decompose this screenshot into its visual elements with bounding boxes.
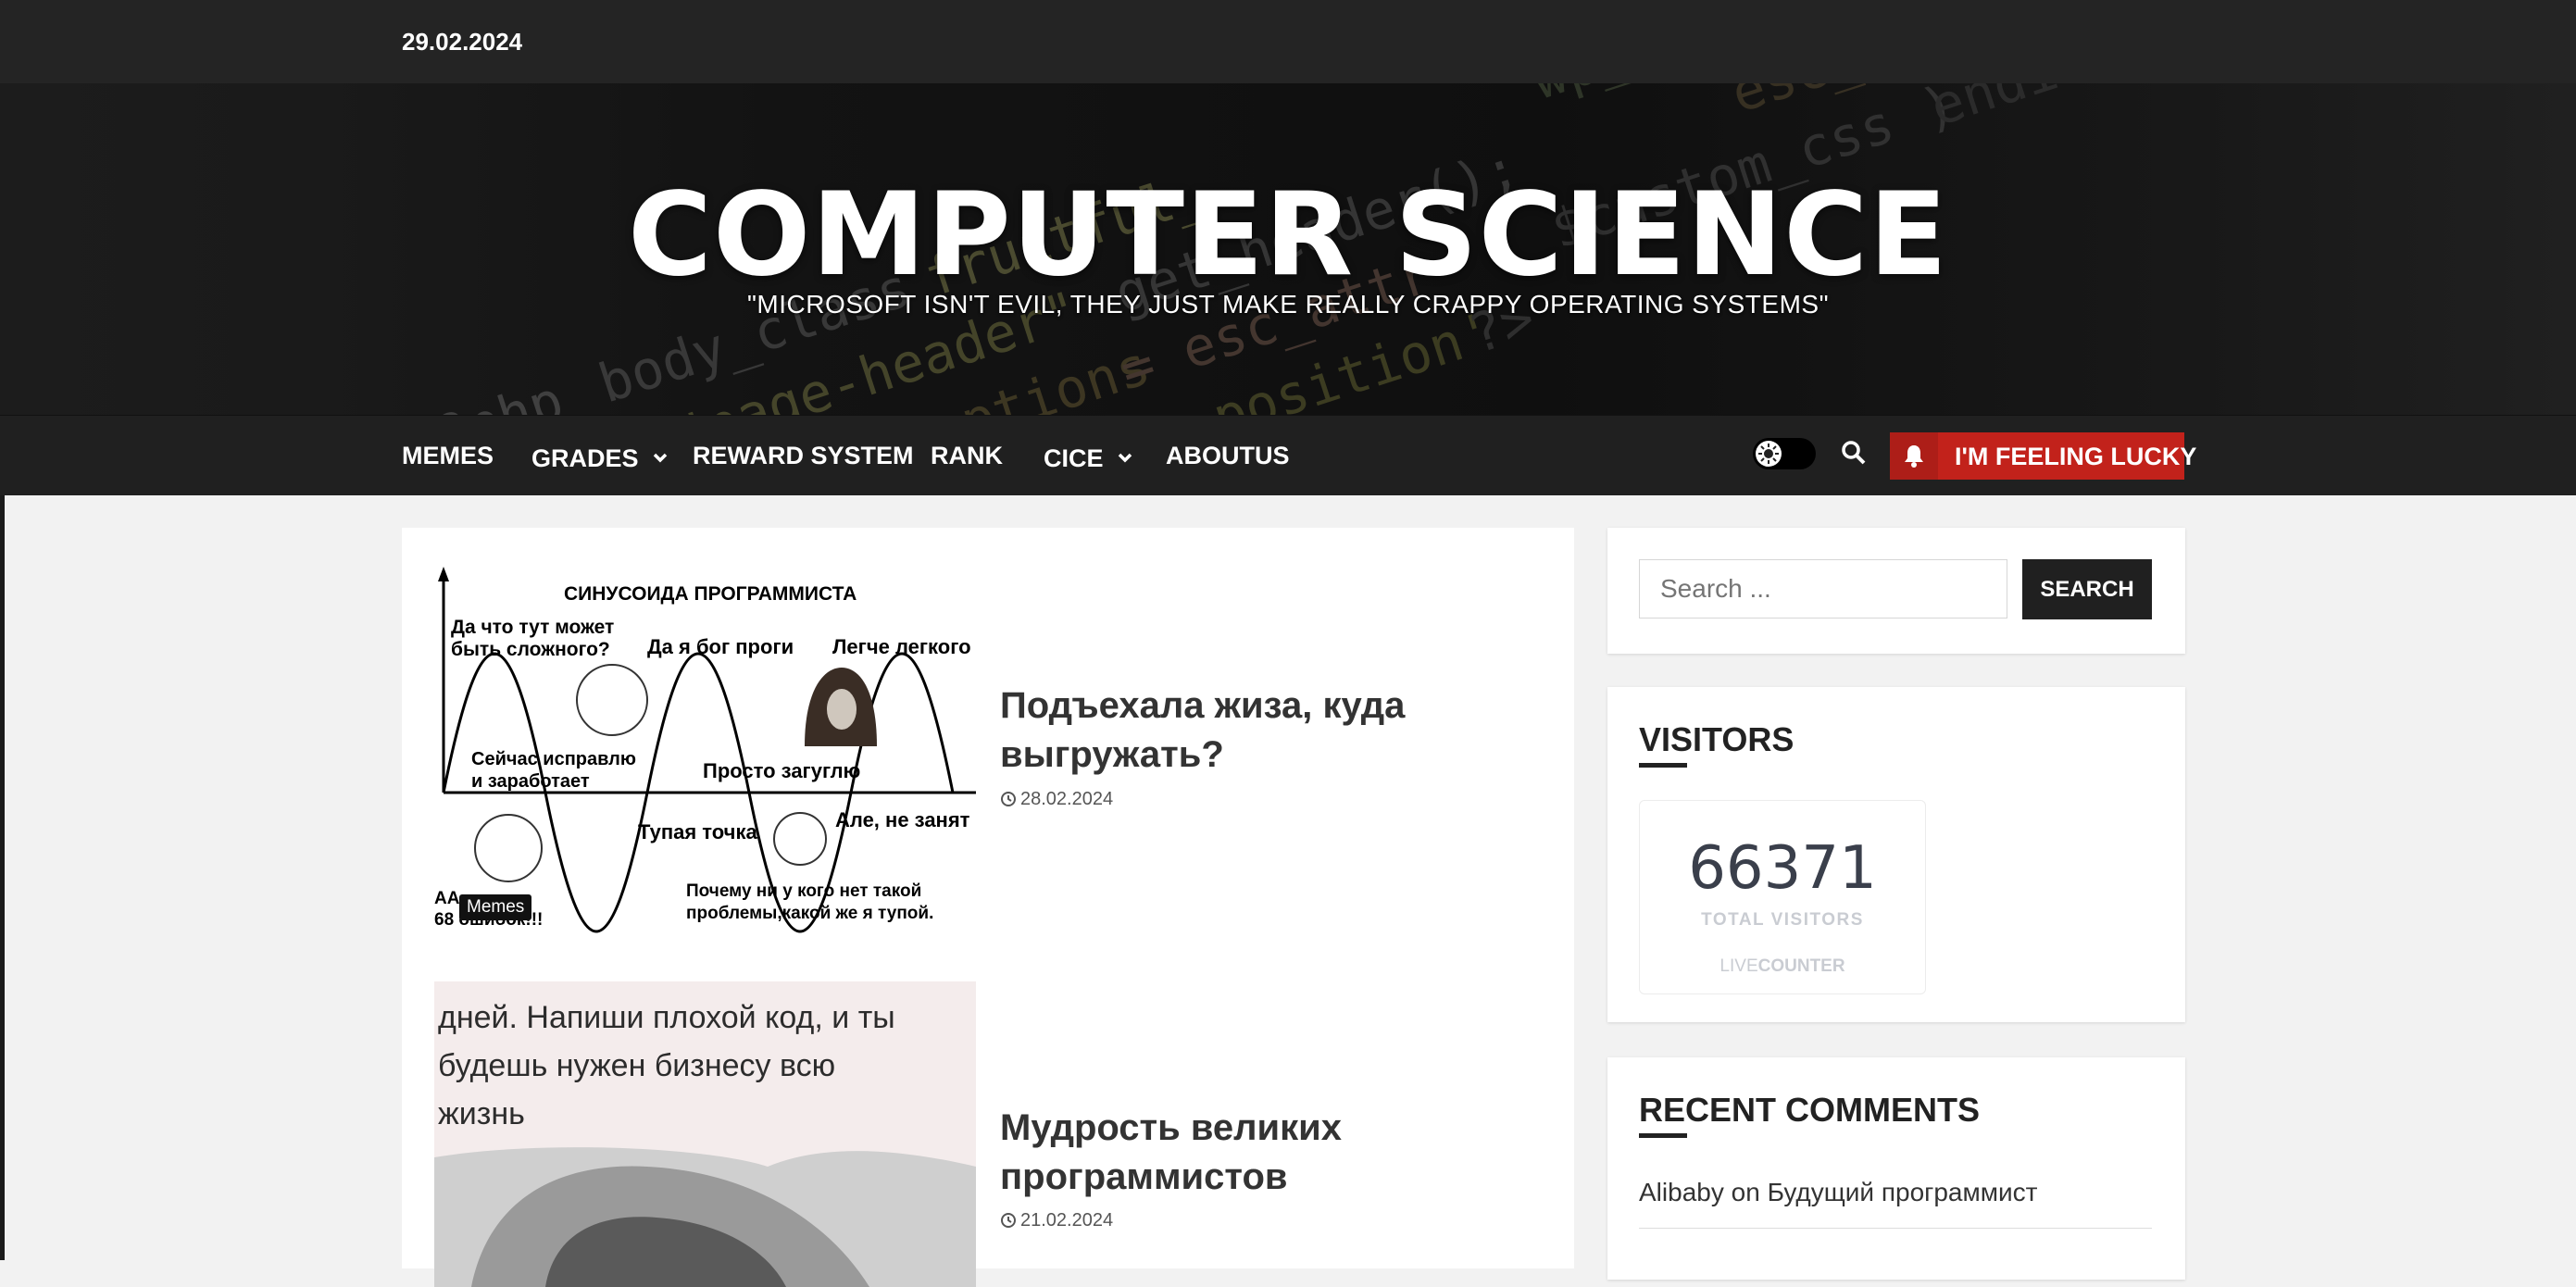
meme-caption: и заработает xyxy=(471,771,590,792)
title-underline xyxy=(1639,1133,1687,1138)
visitor-count: 66371 xyxy=(1688,834,1877,903)
feeling-lucky-label: I'M FEELING LUCKY xyxy=(1955,443,2197,470)
nav-item-aboutus[interactable]: ABOUTUS xyxy=(1166,442,1290,470)
title-underline xyxy=(1639,763,1687,768)
meme-caption: Але, не занят xyxy=(835,808,970,831)
nav-item-label: MEMES xyxy=(402,442,494,469)
nav-item-label: RANK xyxy=(931,442,1003,469)
livecounter-link[interactable]: LIVECOUNTER xyxy=(1640,956,1925,977)
chevron-down-icon xyxy=(1118,442,1132,470)
meme-caption: Да что тут может xyxy=(451,617,614,638)
meme-caption: Просто загуглю xyxy=(703,759,860,782)
meme-caption: Сейчас исправлю xyxy=(471,749,636,769)
category-badge[interactable]: Memes xyxy=(459,894,532,920)
site-tagline: "MICROSOFT ISN'T EVIL, THEY JUST MAKE RE… xyxy=(746,290,1830,319)
nav-item-rank[interactable]: RANK xyxy=(931,442,1003,470)
post-thumbnail[interactable]: · дней. Напиши плохой код, и ты будешь н… xyxy=(434,981,976,1287)
recent-comments-widget: RECENT COMMENTS Alibaby on Будущий прогр… xyxy=(1607,1057,2185,1280)
nav-item-label: ABOUTUS xyxy=(1166,442,1290,469)
site-header: <?php body_class fruitful_ body id= "pag… xyxy=(0,83,2576,415)
comment-author-link[interactable]: Alibaby xyxy=(1639,1178,1724,1206)
visitor-count-label: TOTAL VISITORS xyxy=(1701,910,1864,930)
bell-icon xyxy=(1890,432,1938,480)
current-date: 29.02.2024 xyxy=(402,28,523,56)
meme-caption: проблемы,какой же я тупой. xyxy=(686,904,933,923)
recent-comment-item: Alibaby on Будущий программист xyxy=(1639,1178,2037,1207)
post-title[interactable]: Подъехала жиза, куда выгружать? xyxy=(1000,681,1519,780)
post-date-text: 28.02.2024 xyxy=(1020,789,1114,809)
search-input[interactable] xyxy=(1639,559,2007,619)
post-date: 21.02.2024 xyxy=(1000,1210,1113,1234)
clock-icon xyxy=(1000,1212,1017,1234)
brand-live: LIVE xyxy=(1719,956,1758,976)
site-title[interactable]: COMPUTER SCIENCE xyxy=(0,169,2576,302)
widget-title: RECENT COMMENTS xyxy=(1639,1091,1980,1129)
portrait-photo xyxy=(434,1147,976,1287)
sun-icon xyxy=(1756,441,1782,467)
svg-text:·: · xyxy=(438,981,449,993)
top-bar: 29.02.2024 xyxy=(0,0,2576,84)
image-caption: жизнь xyxy=(438,1096,525,1131)
meme-caption: Почему ни у кого нет такой xyxy=(686,881,921,901)
image-caption: дней. Напиши плохой код, и ты xyxy=(438,1000,895,1035)
post-title[interactable]: Мудрость великих программистов xyxy=(1000,1104,1519,1202)
meme-heading: СИНУСОИДА ПРОГРАММИСТА xyxy=(564,583,857,605)
visitors-widget: VISITORS 66371 TOTAL VISITORS LIVECOUNTE… xyxy=(1607,687,2185,1022)
posts-list: СИНУСОИДА ПРОГРАММИСТА Да что тут может … xyxy=(402,528,1574,1287)
brand-counter: COUNTER xyxy=(1757,956,1845,976)
dark-mode-toggle[interactable] xyxy=(1753,438,1816,469)
post-date: 28.02.2024 xyxy=(1000,789,1113,813)
meme-caption: АА xyxy=(434,889,460,908)
post-thumbnail[interactable]: СИНУСОИДА ПРОГРАММИСТА Да что тут может … xyxy=(434,561,976,933)
search-widget: SEARCH xyxy=(1607,528,2185,654)
nav-item-label: REWARD SYSTEM xyxy=(693,442,914,469)
meme-caption: Тупая точка xyxy=(638,820,757,843)
chevron-down-icon xyxy=(653,442,668,470)
nav-item-reward-system[interactable]: REWARD SYSTEM xyxy=(693,442,914,470)
widget-title: VISITORS xyxy=(1639,720,1794,758)
main-navigation: MEMES GRADES REWARD SYSTEM RANK CICE ABO… xyxy=(0,415,2576,495)
svg-text:<?php: <?php xyxy=(397,369,570,415)
nav-item-label: CICE xyxy=(1044,444,1104,472)
nav-item-label: GRADES xyxy=(531,444,639,472)
visitor-counter: 66371 TOTAL VISITORS LIVECOUNTER xyxy=(1639,800,1926,994)
comment-post-link[interactable]: Будущий программист xyxy=(1768,1178,2038,1206)
meme-caption: быть сложного? xyxy=(451,639,610,660)
feeling-lucky-button[interactable]: I'M FEELING LUCKY xyxy=(1890,432,2196,480)
svg-text:endif;: endif; xyxy=(1922,83,2126,139)
comment-on-text: on xyxy=(1731,1178,1760,1206)
search-icon[interactable] xyxy=(1841,440,1867,470)
meme-caption: Легче легкого xyxy=(832,635,971,658)
clock-icon xyxy=(1000,791,1017,813)
nav-item-grades[interactable]: GRADES xyxy=(531,442,668,473)
divider xyxy=(1639,1228,2152,1229)
image-caption: будешь нужен бизнесу всю xyxy=(438,1048,835,1083)
search-button[interactable]: SEARCH xyxy=(2022,559,2152,619)
nav-item-memes[interactable]: MEMES xyxy=(402,442,494,470)
nav-item-cice[interactable]: CICE xyxy=(1044,442,1132,473)
meme-caption: Да я бог проги xyxy=(647,635,794,658)
post-date-text: 21.02.2024 xyxy=(1020,1210,1114,1231)
